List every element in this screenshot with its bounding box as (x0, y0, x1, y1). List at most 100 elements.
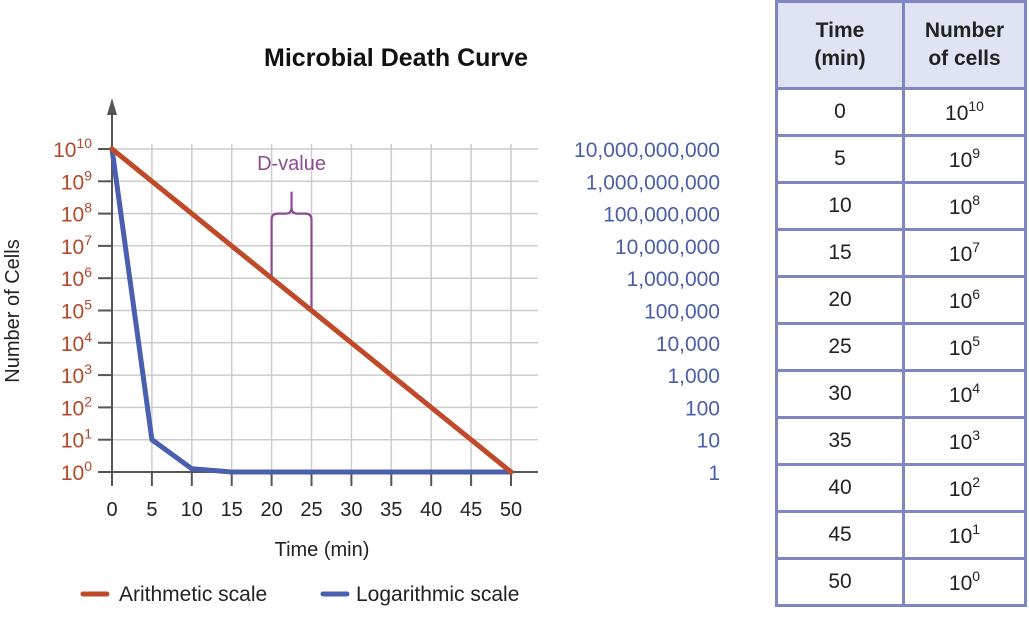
table-header-row: Time (min) Number of cells (775, 0, 1027, 90)
y-tick-label: 103 (61, 361, 92, 388)
table-row: 45 101 (775, 510, 1027, 560)
header-cells-line2: of cells (928, 47, 1001, 70)
y-axis-arrow-icon (107, 98, 117, 115)
x-tick-label: 10 (181, 499, 203, 521)
header-time-line2: (min) (814, 47, 866, 70)
cell-time: 50 (775, 557, 905, 607)
cell-number-of-cells: 107 (902, 228, 1027, 278)
y-tick-label: 102 (61, 393, 92, 420)
x-tick-label: 25 (300, 499, 322, 521)
exponent: 10 (968, 98, 984, 114)
x-axis-label: Time (min) (275, 539, 370, 561)
chart: Microbial Death Curve 101010910810710610… (2, 44, 720, 606)
x-tick-label: 5 (146, 499, 157, 521)
y-tick-label: 105 (61, 297, 92, 324)
y-tick-label: 1010 (53, 135, 92, 162)
exponent: 6 (972, 286, 981, 302)
cell-number-of-cells: 105 (902, 322, 1027, 372)
chart-title: Microbial Death Curve (264, 44, 528, 72)
cell-time: 5 (775, 134, 905, 184)
y-axis-right-ticks: 10,000,000,000 1,000,000,000 100,000,000 10… (574, 139, 720, 485)
table-row: 20 106 (775, 275, 1027, 325)
cell-number-of-cells: 104 (902, 369, 1027, 419)
table-row: 10 108 (775, 181, 1027, 231)
table-row: 40 102 (775, 463, 1027, 513)
table-row: 35 103 (775, 416, 1027, 466)
x-tick-label: 20 (260, 499, 282, 521)
cell-time: 20 (775, 275, 905, 325)
header-number-of-cells: Number of cells (902, 0, 1027, 90)
y-tick-label: 109 (61, 167, 92, 194)
cell-number-of-cells: 100 (902, 557, 1027, 607)
cell-time: 10 (775, 181, 905, 231)
y-axis-left-ticks: 1010 109 108 107 106 105 104 103 102 101 100 (53, 135, 112, 485)
y-tick-label-right: 1 (708, 462, 720, 485)
y-tick-label-right: 1,000,000 (627, 268, 720, 291)
table-row: 25 105 (775, 322, 1027, 372)
exponent: 1 (972, 521, 981, 537)
y-tick-label-right: 10 (697, 430, 720, 453)
x-tick-label: 0 (106, 499, 117, 521)
table-row: 5 109 (775, 134, 1027, 184)
y-tick-label-right: 100 (685, 397, 720, 420)
y-tick-label: 100 (61, 458, 92, 485)
exponent: 7 (972, 239, 981, 255)
cell-number-of-cells: 103 (902, 416, 1027, 466)
table-row: 0 1010 (775, 87, 1027, 137)
y-tick-label-right: 10,000 (656, 333, 720, 356)
exponent: 0 (972, 568, 981, 584)
exponent: 8 (972, 192, 981, 208)
y-tick-label-right: 100,000 (644, 301, 720, 324)
data-table: Time (min) Number of cells 0 1010 5 109 10 10… (775, 0, 1027, 607)
y-tick-label: 106 (61, 264, 92, 291)
exponent: 2 (972, 474, 981, 490)
cell-time: 35 (775, 416, 905, 466)
d-value-annotation: D-value (257, 153, 326, 311)
y-tick-label: 104 (61, 329, 92, 356)
d-value-label: D-value (257, 153, 326, 175)
y-tick-label-right: 1,000,000,000 (586, 171, 720, 194)
cell-number-of-cells: 106 (902, 275, 1027, 325)
y-tick-label-right: 100,000,000 (603, 204, 720, 227)
cell-number-of-cells: 109 (902, 134, 1027, 184)
cell-time: 40 (775, 463, 905, 513)
header-time-line1: Time (815, 19, 865, 42)
x-tick-label: 50 (500, 499, 522, 521)
y-tick-label-right: 10,000,000,000 (574, 139, 720, 162)
cell-number-of-cells: 101 (902, 510, 1027, 560)
y-tick-label: 107 (61, 232, 92, 259)
exponent: 5 (972, 333, 981, 349)
cell-time: 30 (775, 369, 905, 419)
y-axis-label: Number of Cells (2, 239, 24, 382)
legend: Arithmetic scale Logarithmic scale (80, 583, 519, 606)
x-tick-label: 30 (340, 499, 362, 521)
header-cells-line1: Number (924, 19, 1005, 42)
header-time: Time (min) (775, 0, 905, 90)
legend-label: Logarithmic scale (356, 583, 519, 606)
x-tick-label: 40 (420, 499, 442, 521)
table-row: 30 104 (775, 369, 1027, 419)
cell-number-of-cells: 102 (902, 463, 1027, 513)
exponent: 4 (972, 380, 981, 396)
cell-time: 15 (775, 228, 905, 278)
y-tick-label: 108 (61, 200, 92, 227)
exponent: 3 (972, 427, 981, 443)
cell-time: 25 (775, 322, 905, 372)
table-body: 0 1010 5 109 10 108 15 107 20 106 25 105 30 104 35 103 4… (775, 87, 1027, 607)
legend-label: Arithmetic scale (119, 583, 267, 606)
cell-number-of-cells: 108 (902, 181, 1027, 231)
cell-time: 45 (775, 510, 905, 560)
y-tick-label-right: 1,000 (667, 365, 720, 388)
x-tick-label: 15 (221, 499, 243, 521)
x-tick-label: 45 (460, 499, 482, 521)
y-tick-label: 101 (61, 426, 92, 453)
x-tick-label: 35 (380, 499, 402, 521)
y-tick-label-right: 10,000,000 (615, 236, 720, 259)
exponent: 9 (972, 145, 981, 161)
table-row: 15 107 (775, 228, 1027, 278)
cell-number-of-cells: 1010 (902, 87, 1027, 137)
x-axis-ticks: 0 5 10 15 20 25 30 35 40 45 50 (106, 472, 522, 521)
cell-time: 0 (775, 87, 905, 137)
grid (112, 144, 538, 472)
table-row: 50 100 (775, 557, 1027, 607)
